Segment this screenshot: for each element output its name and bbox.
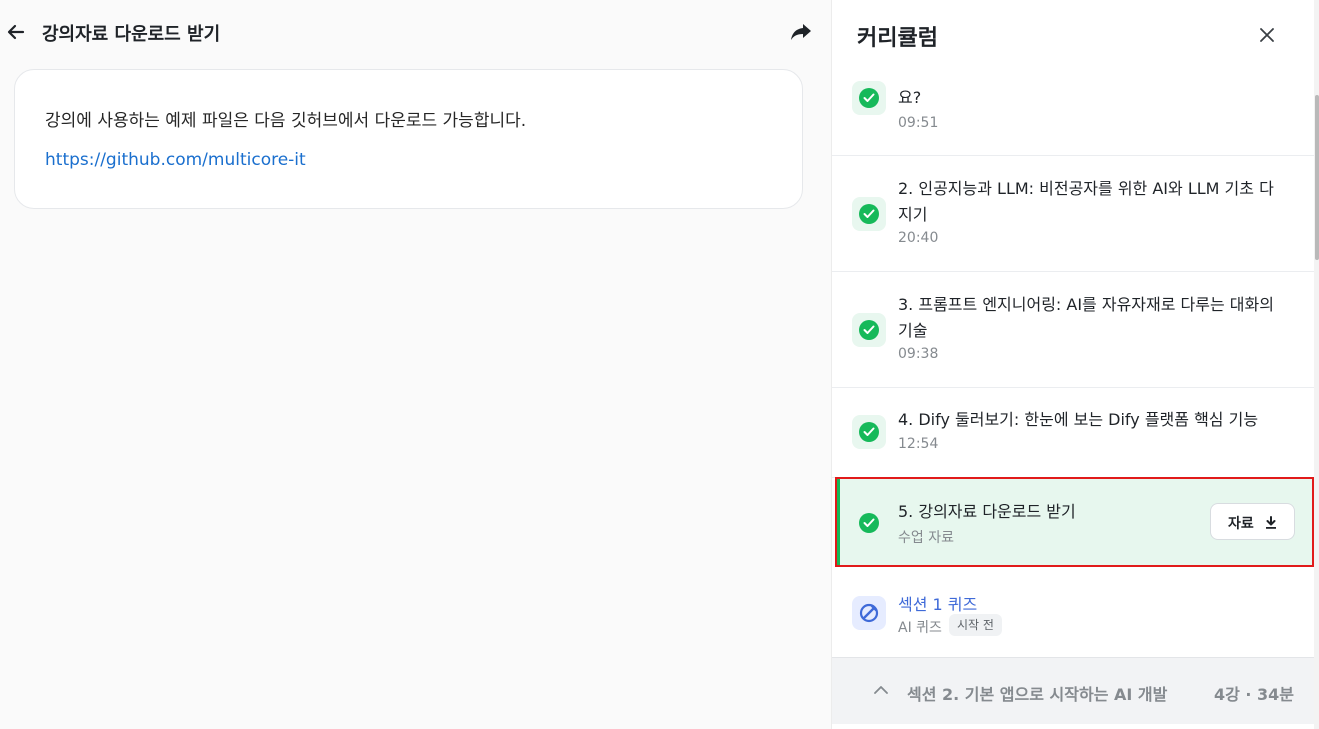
- quiz-icon: [852, 596, 886, 630]
- lecture-title: 3. 프롬프트 엔지니어링: AI를 자유자재로 다루는 대화의 기술: [898, 295, 1274, 340]
- check-icon: [852, 313, 886, 347]
- arrow-left-icon: [7, 24, 25, 40]
- lecture-title: 4. Dify 둘러보기: 한눈에 보는 Dify 플랫폼 핵심 기능: [898, 410, 1259, 429]
- check-icon: [852, 415, 886, 449]
- lecture-item-5-active[interactable]: 5. 강의자료 다운로드 받기 수업 자료 자료: [835, 477, 1314, 567]
- share-button[interactable]: [790, 22, 812, 42]
- lecture-item-3[interactable]: 3. 프롬프트 엔지니어링: AI를 자유자재로 다루는 대화의 기술 09:3…: [832, 272, 1314, 388]
- resource-button-label: 자료: [1228, 516, 1254, 532]
- lecture-item-4[interactable]: 4. Dify 둘러보기: 한눈에 보는 Dify 플랫폼 핵심 기능 12:5…: [832, 388, 1314, 478]
- close-icon: [1260, 28, 1274, 42]
- lecture-title: 2. 인공지능과 LLM: 비전공자를 위한 AI와 LLM 기초 다지기: [898, 179, 1274, 224]
- lecture-type: 수업 자료: [898, 530, 954, 546]
- lecture-duration: 09:38: [898, 346, 939, 362]
- check-icon: [852, 506, 886, 540]
- check-icon: [852, 197, 886, 231]
- section-2-toggle[interactable]: 섹션 2. 기본 앱으로 시작하는 AI 개발 4강 · 34분: [832, 657, 1314, 724]
- content-header: 강의자료 다운로드 받기: [0, 0, 831, 64]
- section-quiz-item[interactable]: 섹션 1 퀴즈 AI 퀴즈 시작 전: [832, 567, 1314, 657]
- chevron-up-icon: [874, 686, 888, 694]
- github-link[interactable]: https://github.com/multicore-it: [45, 150, 306, 170]
- check-icon: [852, 81, 886, 115]
- lecture-duration: 09:51: [898, 115, 939, 131]
- back-button[interactable]: [6, 22, 26, 42]
- share-arrow-icon: [791, 24, 811, 40]
- content-card: 강의에 사용하는 예제 파일은 다음 깃허브에서 다운로드 가능합니다. htt…: [14, 69, 803, 209]
- status-badge: 시작 전: [949, 614, 1002, 636]
- section-stats: 4강 · 34분: [1213, 685, 1294, 704]
- lecture-duration: 12:54: [898, 436, 939, 452]
- lecture-title: 요?: [898, 88, 922, 107]
- curriculum-title: 커리큘럼: [857, 26, 938, 51]
- download-icon: [1266, 516, 1276, 529]
- curriculum-panel: 커리큘럼 요? 09:51 2. 인공지능과 LLM: 비전공자를 위한 AI와…: [831, 0, 1319, 729]
- curriculum-header: 커리큘럼: [832, 0, 1319, 64]
- section-title: 섹션 2. 기본 앱으로 시작하는 AI 개발: [907, 685, 1168, 704]
- scrollbar-thumb[interactable]: [1315, 95, 1319, 260]
- page-title: 강의자료 다운로드 받기: [42, 24, 221, 45]
- lecture-duration: 20:40: [898, 230, 939, 246]
- scrollbar[interactable]: [1314, 0, 1319, 729]
- lecture-item-2[interactable]: 2. 인공지능과 LLM: 비전공자를 위한 AI와 LLM 기초 다지기 20…: [832, 156, 1314, 272]
- content-description: 강의에 사용하는 예제 파일은 다음 깃허브에서 다운로드 가능합니다.: [45, 111, 527, 131]
- quiz-title: 섹션 1 퀴즈: [898, 595, 978, 614]
- quiz-type: AI 퀴즈: [898, 620, 942, 636]
- close-button[interactable]: [1258, 26, 1276, 44]
- content-pane: 강의자료 다운로드 받기 강의에 사용하는 예제 파일은 다음 깃허브에서 다운…: [0, 0, 831, 729]
- resource-download-button[interactable]: 자료: [1210, 503, 1295, 540]
